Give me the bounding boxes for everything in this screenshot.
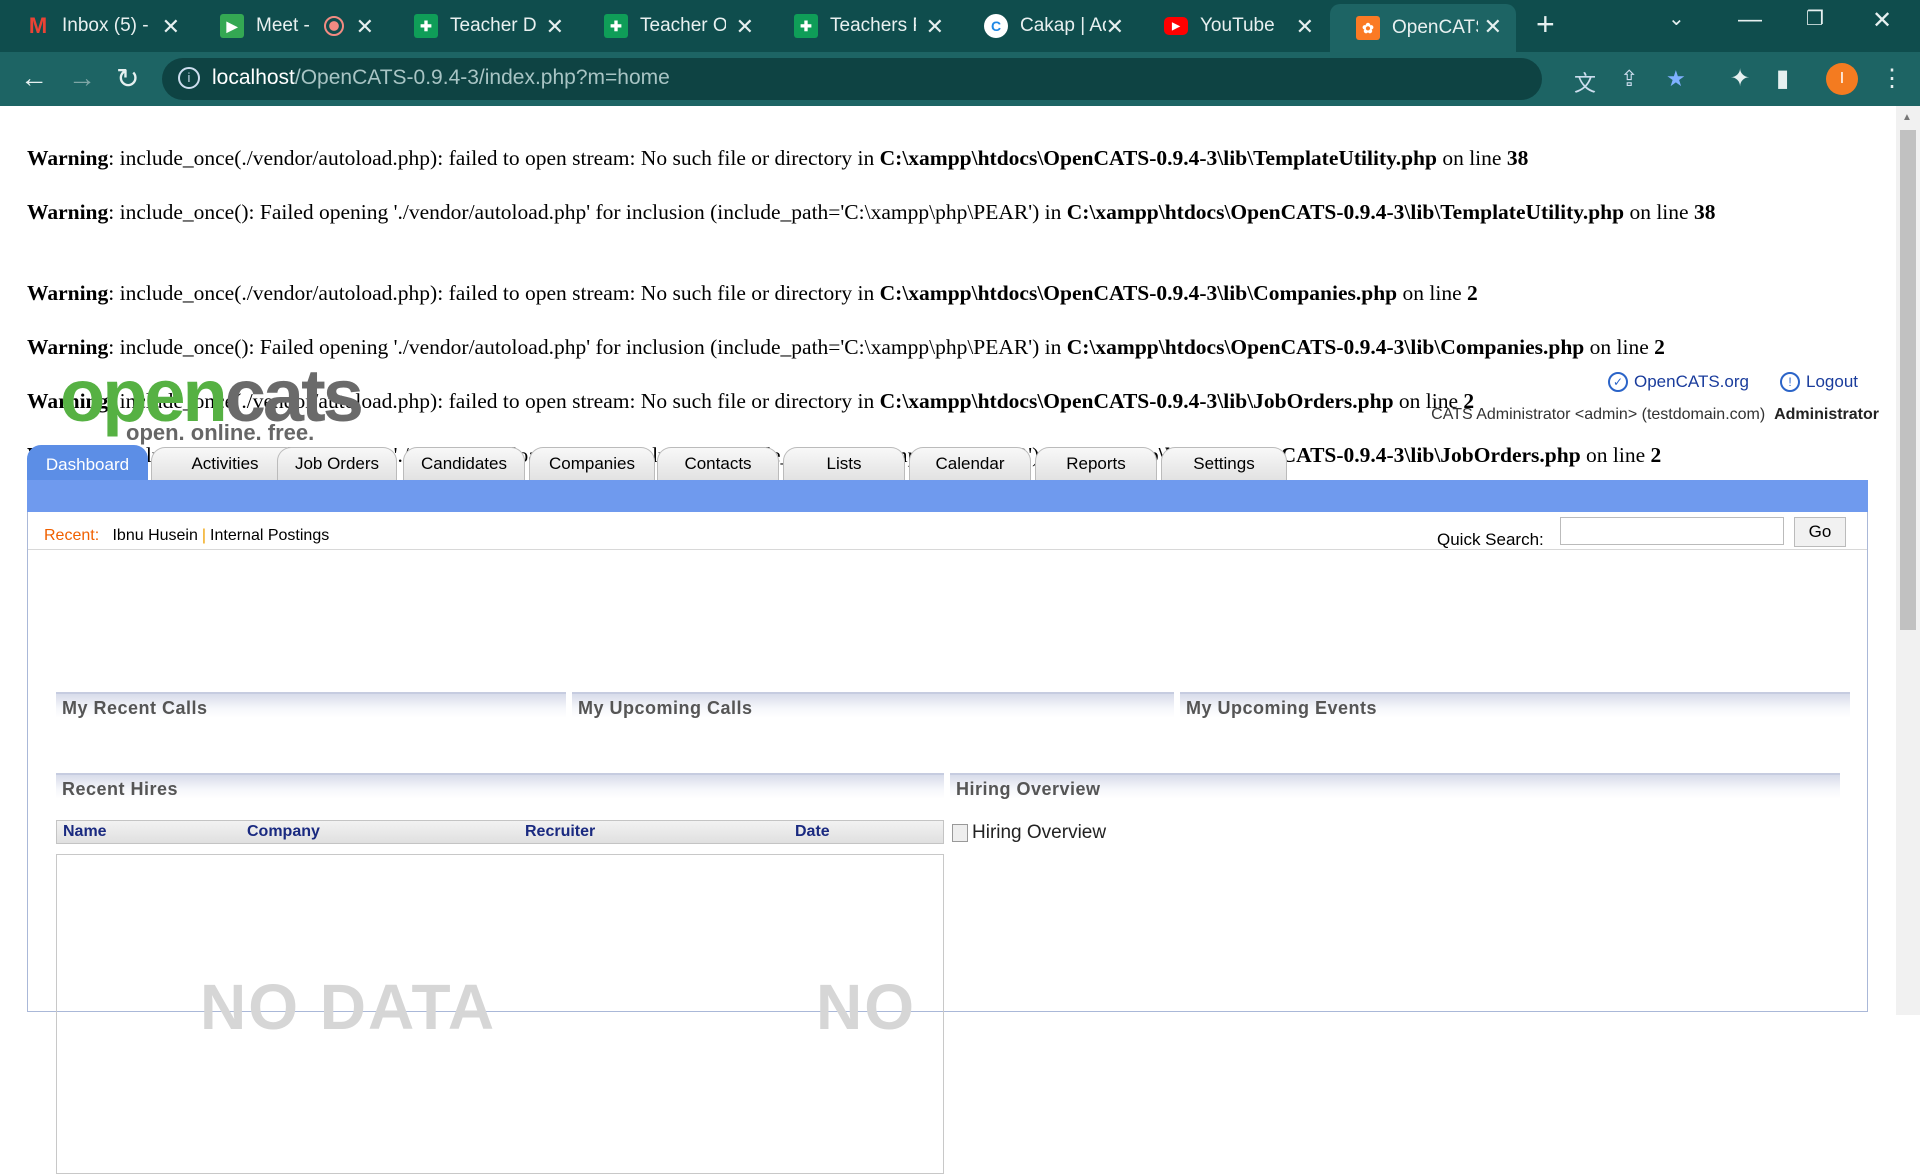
panel-my-recent-calls: My Recent Calls [56,692,566,718]
no-data-watermark: NO DATA [200,971,497,1043]
share-icon[interactable]: ⇪ [1620,66,1638,92]
browser-tab-youtube[interactable]: ▶ YouTube ✕ [1138,0,1328,52]
tab-search-icon[interactable]: ⌄ [1668,6,1685,31]
logout-link[interactable]: ! Logout [1780,372,1858,392]
browser-tab-cakap[interactable]: C Cakap | Adr ✕ [958,0,1138,52]
reload-icon[interactable]: ↻ [116,62,139,95]
subnav-bar [27,480,1868,512]
user-info: CATS Administrator <admin> (testdomain.c… [1431,406,1879,423]
divider [28,549,1867,550]
profile-avatar[interactable]: I [1826,63,1858,95]
recent-item-internal-postings[interactable]: Internal Postings [210,527,329,544]
minimize-icon[interactable]: — [1738,6,1762,34]
browser-toolbar: ← → ↻ i localhost/OpenCATS-0.9.4-3/index… [0,52,1920,106]
new-tab-icon[interactable]: + [1536,6,1555,43]
panel-my-upcoming-calls: My Upcoming Calls [572,692,1174,718]
panel-recent-hires: Recent Hires [56,773,944,799]
power-icon: ! [1780,372,1800,392]
forward-icon[interactable]: → [68,62,96,94]
scroll-up-icon[interactable]: ▲ [1902,112,1912,123]
quick-search-label: Quick Search: [1437,530,1544,549]
menu-kebab-icon[interactable]: ⋮ [1880,64,1904,93]
php-warning-line: Warning: include_once(): Failed opening … [27,200,1716,224]
back-icon[interactable]: ← [20,62,48,94]
browser-tab-bar: M Inbox (5) - i ✕ ▶ Meet - ✕ ✚ Teacher D… [0,0,1920,52]
youtube-icon: ▶ [1164,17,1188,35]
close-tab-icon[interactable]: ✕ [736,14,754,40]
recent-hires-table-body [56,854,944,1174]
column-recruiter[interactable]: Recruiter [525,823,595,841]
no-data-watermark: NO [816,971,916,1043]
opencats-logo[interactable]: opencats open. online. free. [60,359,364,446]
xampp-icon: ✿ [1356,16,1380,40]
restore-icon[interactable]: ❐ [1806,6,1824,31]
browser-tab-meet[interactable]: ▶ Meet - ✕ [194,0,388,52]
sheets-icon: ✚ [794,14,818,38]
opencats-org-link[interactable]: ✓ OpenCATS.org [1608,372,1749,392]
bookmark-star-icon[interactable]: ★ [1666,66,1686,92]
close-window-icon[interactable]: ✕ [1872,6,1892,35]
quick-search-input[interactable] [1560,517,1784,545]
meet-icon: ▶ [220,14,244,38]
tab-contacts[interactable]: Contacts [657,447,779,480]
page-scrollbar[interactable]: ▲ [1896,106,1920,1015]
tab-settings[interactable]: Settings [1161,447,1287,480]
close-tab-icon[interactable]: ✕ [1296,14,1314,40]
close-tab-icon[interactable]: ✕ [162,14,180,40]
gmail-icon: M [28,13,48,38]
close-tab-icon[interactable]: ✕ [1484,14,1502,40]
tab-calendar[interactable]: Calendar [909,447,1031,480]
checkmark-icon: ✓ [1608,372,1628,392]
close-tab-icon[interactable]: ✕ [356,14,374,40]
tab-candidates[interactable]: Candidates [403,447,525,480]
quick-search-go-button[interactable]: Go [1794,517,1846,547]
browser-tab-teacher-on[interactable]: ✚ Teacher On ✕ [578,0,768,52]
column-company[interactable]: Company [247,823,320,841]
tab-lists[interactable]: Lists [783,447,905,480]
panel-hiring-overview: Hiring Overview [950,773,1840,799]
side-panel-icon[interactable]: ▮ [1776,64,1789,93]
panel-my-upcoming-events: My Upcoming Events [1180,692,1850,718]
tab-job-orders[interactable]: Job Orders [277,447,397,480]
recent-item-ibnu-husein[interactable]: Ibnu Husein [112,527,197,544]
translate-icon[interactable]: ⽂ [1574,66,1596,98]
recent-hires-table-header: Name Company Recruiter Date [56,820,944,844]
php-warning-line: Warning: include_once(./vendor/autoload.… [27,281,1478,305]
recent-bar: Recent: Ibnu Husein | Internal Postings [44,527,330,544]
hiring-overview-image: Hiring Overview [952,822,1106,844]
sheets-icon: ✚ [414,14,438,38]
column-date[interactable]: Date [795,823,830,841]
browser-tab-teacher-dat[interactable]: ✚ Teacher Dat ✕ [388,0,578,52]
user-role: Administrator [1774,406,1879,423]
browser-tab-opencats[interactable]: ✿ OpenCATS ✕ [1330,4,1516,52]
cakap-icon: C [984,14,1008,38]
tab-companies[interactable]: Companies [529,447,655,480]
recording-icon [324,16,344,36]
browser-tab-teachers-pr[interactable]: ✚ Teachers Pr ✕ [768,0,958,52]
address-bar[interactable]: i localhost/OpenCATS-0.9.4-3/index.php?m… [162,58,1686,100]
tab-reports[interactable]: Reports [1035,447,1157,480]
tab-dashboard[interactable]: Dashboard [27,445,148,482]
scrollbar-thumb[interactable] [1900,130,1916,630]
browser-tab-gmail[interactable]: M Inbox (5) - i ✕ [0,0,194,52]
close-tab-icon[interactable]: ✕ [926,14,944,40]
broken-image-icon [952,823,968,842]
php-warning-line: Warning: include_once(./vendor/autoload.… [27,146,1529,170]
site-info-icon[interactable]: i [178,67,200,89]
close-tab-icon[interactable]: ✕ [1106,14,1124,40]
sheets-icon: ✚ [604,14,628,38]
extensions-icon[interactable]: ✦ [1730,64,1750,93]
url-text: localhost/OpenCATS-0.9.4-3/index.php?m=h… [212,66,670,89]
column-name[interactable]: Name [63,823,107,841]
close-tab-icon[interactable]: ✕ [546,14,564,40]
